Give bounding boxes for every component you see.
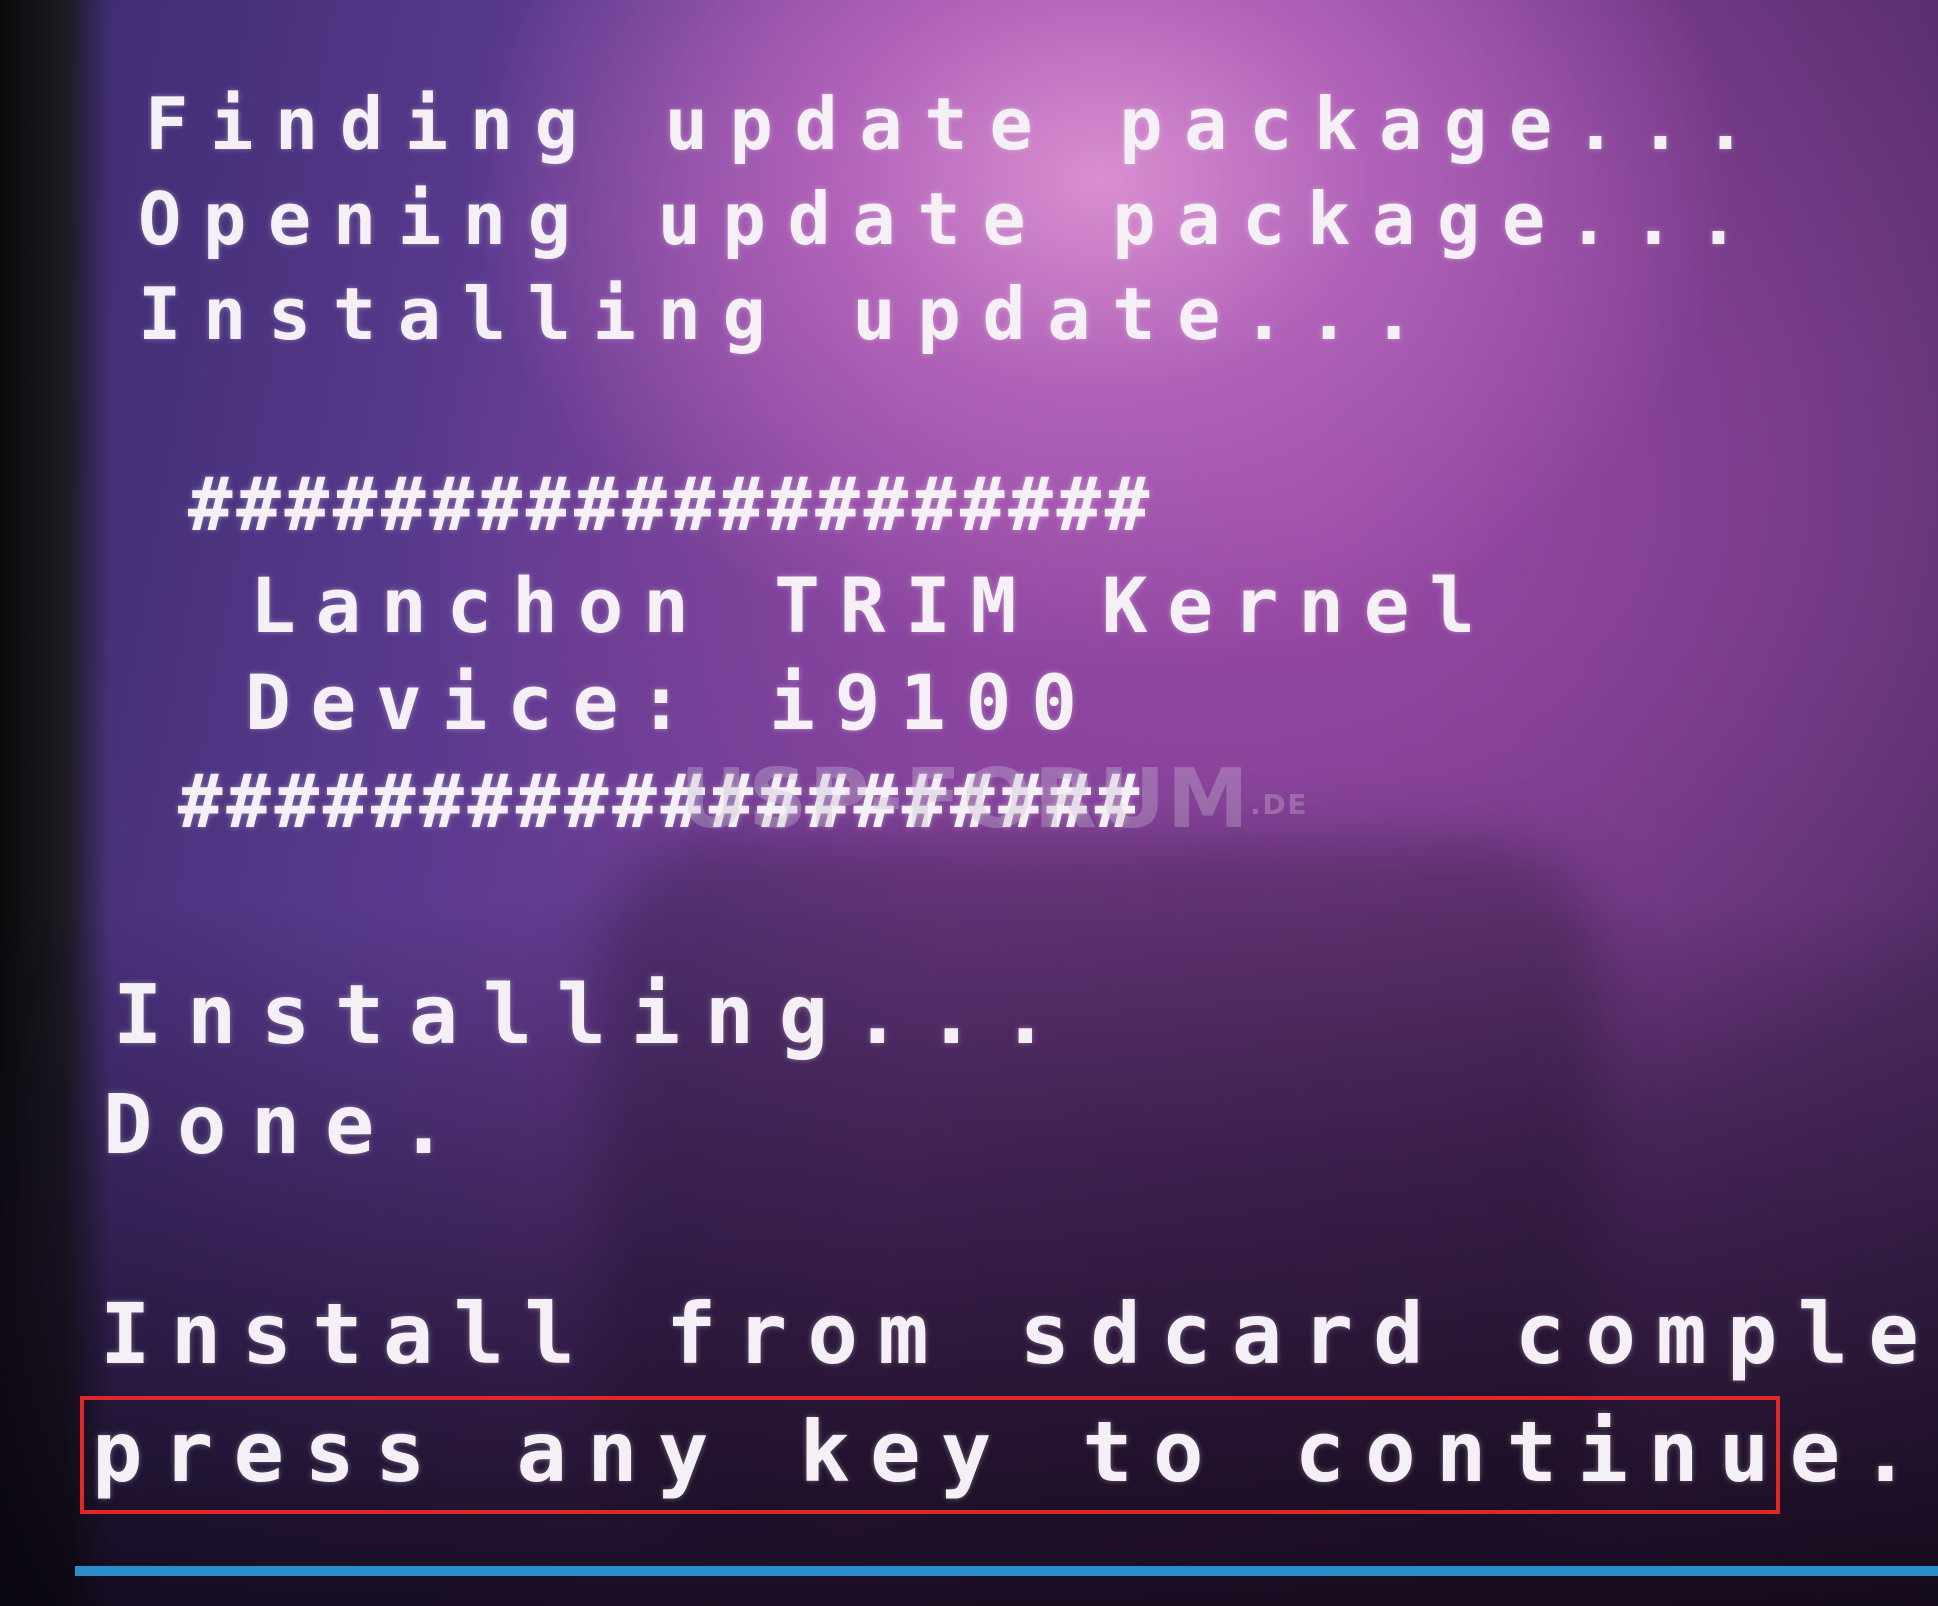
- log-line-finding: Finding update package...: [145, 82, 1769, 166]
- status-install-complete: Install from sdcard complete: [100, 1285, 1938, 1383]
- prompt-highlight-box: [80, 1396, 1780, 1514]
- watermark-text: USP-FORUM: [680, 752, 1251, 847]
- log-line-done: Done.: [103, 1078, 473, 1173]
- log-line-installing: Installing...: [113, 968, 1075, 1063]
- log-line-opening: Opening update package...: [138, 177, 1762, 261]
- log-line-installing-update: Installing update...: [138, 272, 1437, 356]
- banner-divider-top: ####################: [188, 462, 1154, 548]
- banner-kernel-name: Lanchon TRIM Kernel: [250, 561, 1495, 650]
- watermark-suffix: .DE: [1250, 788, 1309, 822]
- recovery-screen: Finding update package... Opening update…: [0, 0, 1938, 1606]
- banner-device: Device: i9100: [245, 658, 1097, 747]
- watermark-logo: USP-FORUM.DE: [680, 752, 1306, 852]
- progress-bar: [75, 1566, 1938, 1576]
